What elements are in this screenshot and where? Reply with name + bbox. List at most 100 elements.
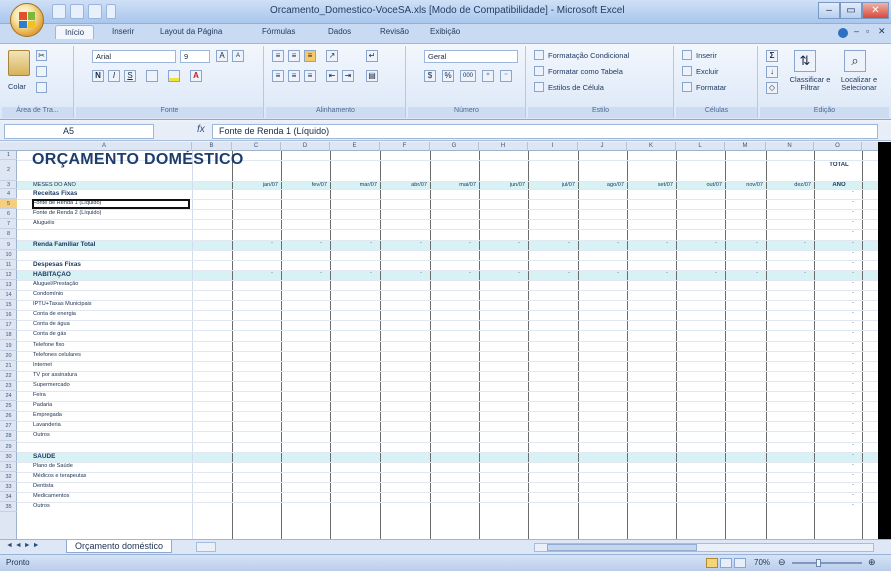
paste-icon[interactable] <box>8 50 30 76</box>
row-label-27[interactable]: Lavanderia <box>33 422 188 428</box>
increase-decimal-icon[interactable]: ⁺ <box>482 70 494 82</box>
row-label-33[interactable]: Dentista <box>33 483 188 489</box>
row-label-30[interactable]: SAÚDE <box>33 453 188 460</box>
workbook-close-icon[interactable]: ✕ <box>878 26 886 37</box>
tab-inserir[interactable]: Inserir <box>112 27 134 36</box>
find-select-icon[interactable]: ⌕ <box>844 50 866 72</box>
row-label-17[interactable]: Conta de água <box>33 321 188 327</box>
page-break-view-icon[interactable] <box>734 558 746 568</box>
fill-icon[interactable]: ↓ <box>766 66 778 78</box>
row-label-3[interactable]: MESES DO ANO <box>33 182 188 188</box>
align-right-icon[interactable]: ≡ <box>304 70 316 82</box>
worksheet-grid[interactable]: ABCDEFGHIJKLMNO 1 2 3 4 5 6 7 8 9 10 11 12 13 14 15 16 1… <box>0 142 880 539</box>
decrease-indent-icon[interactable]: ⇤ <box>326 70 338 82</box>
name-box[interactable]: A5 <box>4 124 154 139</box>
row-label-31[interactable]: Plano de Saúde <box>33 463 188 469</box>
align-left-icon[interactable]: ≡ <box>272 70 284 82</box>
conditional-format-button[interactable]: Formatação Condicional <box>548 51 629 60</box>
row-label-12[interactable]: HABITAÇÃO <box>33 271 188 278</box>
font-size-select[interactable]: 9 <box>180 50 210 63</box>
qat-customize-icon[interactable] <box>106 4 116 19</box>
horizontal-scrollbar[interactable] <box>534 543 874 552</box>
clear-icon[interactable]: ◇ <box>766 82 778 94</box>
row-label-21[interactable]: Internet <box>33 362 188 368</box>
insert-sheet-icon[interactable] <box>196 542 216 552</box>
shrink-font-icon[interactable]: A <box>232 50 244 62</box>
font-name-select[interactable]: Arial <box>92 50 176 63</box>
align-middle-icon[interactable]: ≡ <box>288 50 300 62</box>
grow-font-icon[interactable]: A <box>216 50 228 62</box>
help-icon[interactable] <box>838 28 848 38</box>
row-label-34[interactable]: Medicamentos <box>33 493 188 499</box>
fill-color-icon[interactable] <box>168 70 180 82</box>
autosum-icon[interactable]: Σ <box>766 50 778 62</box>
italic-button[interactable]: I <box>108 70 120 82</box>
row-label-28[interactable]: Outros <box>33 432 188 438</box>
format-table-button[interactable]: Formatar como Tabela <box>548 67 623 76</box>
find-select-button[interactable]: Localizar e Selecionar <box>834 76 884 92</box>
cell-styles-button[interactable]: Estilos de Célula <box>548 83 604 92</box>
row-label-6[interactable]: Fonte de Renda 2 (Líquido) <box>33 210 188 216</box>
vertical-scrollbar[interactable] <box>878 142 891 539</box>
row-label-20[interactable]: Telefones celulares <box>33 352 188 358</box>
save-icon[interactable] <box>52 4 66 19</box>
zoom-out-icon[interactable]: ⊖ <box>778 557 786 568</box>
row-label-23[interactable]: Supermercado <box>33 382 188 388</box>
row-label-4[interactable]: Receitas Fixas <box>33 190 188 197</box>
redo-icon[interactable] <box>88 4 102 19</box>
zoom-in-icon[interactable]: ⊕ <box>868 557 876 568</box>
bold-button[interactable]: N <box>92 70 104 82</box>
row-label-9[interactable]: Renda Familiar Total <box>33 241 188 248</box>
number-format-select[interactable]: Geral <box>424 50 518 63</box>
row-label-26[interactable]: Empregada <box>33 412 188 418</box>
zoom-slider-thumb[interactable] <box>816 559 821 567</box>
sort-filter-icon[interactable]: ⇅ <box>794 50 816 72</box>
tab-exibicao[interactable]: Exibição <box>430 27 460 36</box>
page-layout-view-icon[interactable] <box>720 558 732 568</box>
workbook-minimize-icon[interactable]: – <box>854 26 859 36</box>
row-label-25[interactable]: Padaria <box>33 402 188 408</box>
orientation-icon[interactable]: ↗ <box>326 50 338 62</box>
formula-input[interactable]: Fonte de Renda 1 (Líquido) <box>212 124 878 139</box>
copy-icon[interactable] <box>36 66 47 77</box>
wrap-text-icon[interactable]: ↵ <box>366 50 378 62</box>
thousands-button[interactable]: 000 <box>460 70 476 82</box>
office-button[interactable] <box>10 3 44 37</box>
row-label-35[interactable]: Outros <box>33 503 188 509</box>
format-painter-icon[interactable] <box>36 82 47 93</box>
paste-label[interactable]: Colar <box>8 82 26 91</box>
tab-layout[interactable]: Layout da Página <box>160 27 222 36</box>
align-bottom-icon[interactable]: ≡ <box>304 50 316 62</box>
insert-function-icon[interactable]: fx <box>197 124 205 135</box>
font-color-icon[interactable]: A <box>190 70 202 82</box>
zoom-level[interactable]: 70% <box>754 558 770 567</box>
decrease-decimal-icon[interactable]: ⁻ <box>500 70 512 82</box>
sheet-tab-orcamento[interactable]: Orçamento doméstico <box>66 540 173 553</box>
align-top-icon[interactable]: ≡ <box>272 50 284 62</box>
increase-indent-icon[interactable]: ⇥ <box>342 70 354 82</box>
tab-dados[interactable]: Dados <box>328 27 351 36</box>
row-label-16[interactable]: Conta de energia <box>33 311 188 317</box>
currency-icon[interactable]: $ <box>424 70 436 82</box>
restore-button[interactable]: ▭ <box>840 2 862 19</box>
align-center-icon[interactable]: ≡ <box>288 70 300 82</box>
cut-icon[interactable]: ✂ <box>36 50 47 61</box>
delete-button[interactable]: Excluir <box>696 67 719 76</box>
underline-button[interactable]: S <box>124 70 136 82</box>
normal-view-icon[interactable] <box>706 558 718 568</box>
selected-cell-a5[interactable] <box>32 199 190 210</box>
row-label-14[interactable]: Condomínio <box>33 291 188 297</box>
row-label-19[interactable]: Telefone fixo <box>33 342 188 348</box>
merge-center-icon[interactable]: ▤ <box>366 70 378 82</box>
row-label-18[interactable]: Conta de gás <box>33 331 188 337</box>
row-label-13[interactable]: Aluguel/Prestação <box>33 281 188 287</box>
borders-icon[interactable] <box>146 70 158 82</box>
workbook-restore-icon[interactable]: ▫ <box>866 26 869 36</box>
row-label-24[interactable]: Feira <box>33 392 188 398</box>
row-label-11[interactable]: Despesas Fixas <box>33 261 188 268</box>
tab-formulas[interactable]: Fórmulas <box>262 27 295 36</box>
format-cells-button[interactable]: Formatar <box>696 83 726 92</box>
minimize-button[interactable]: – <box>818 2 840 19</box>
undo-icon[interactable] <box>70 4 84 19</box>
percent-button[interactable]: % <box>442 70 454 82</box>
